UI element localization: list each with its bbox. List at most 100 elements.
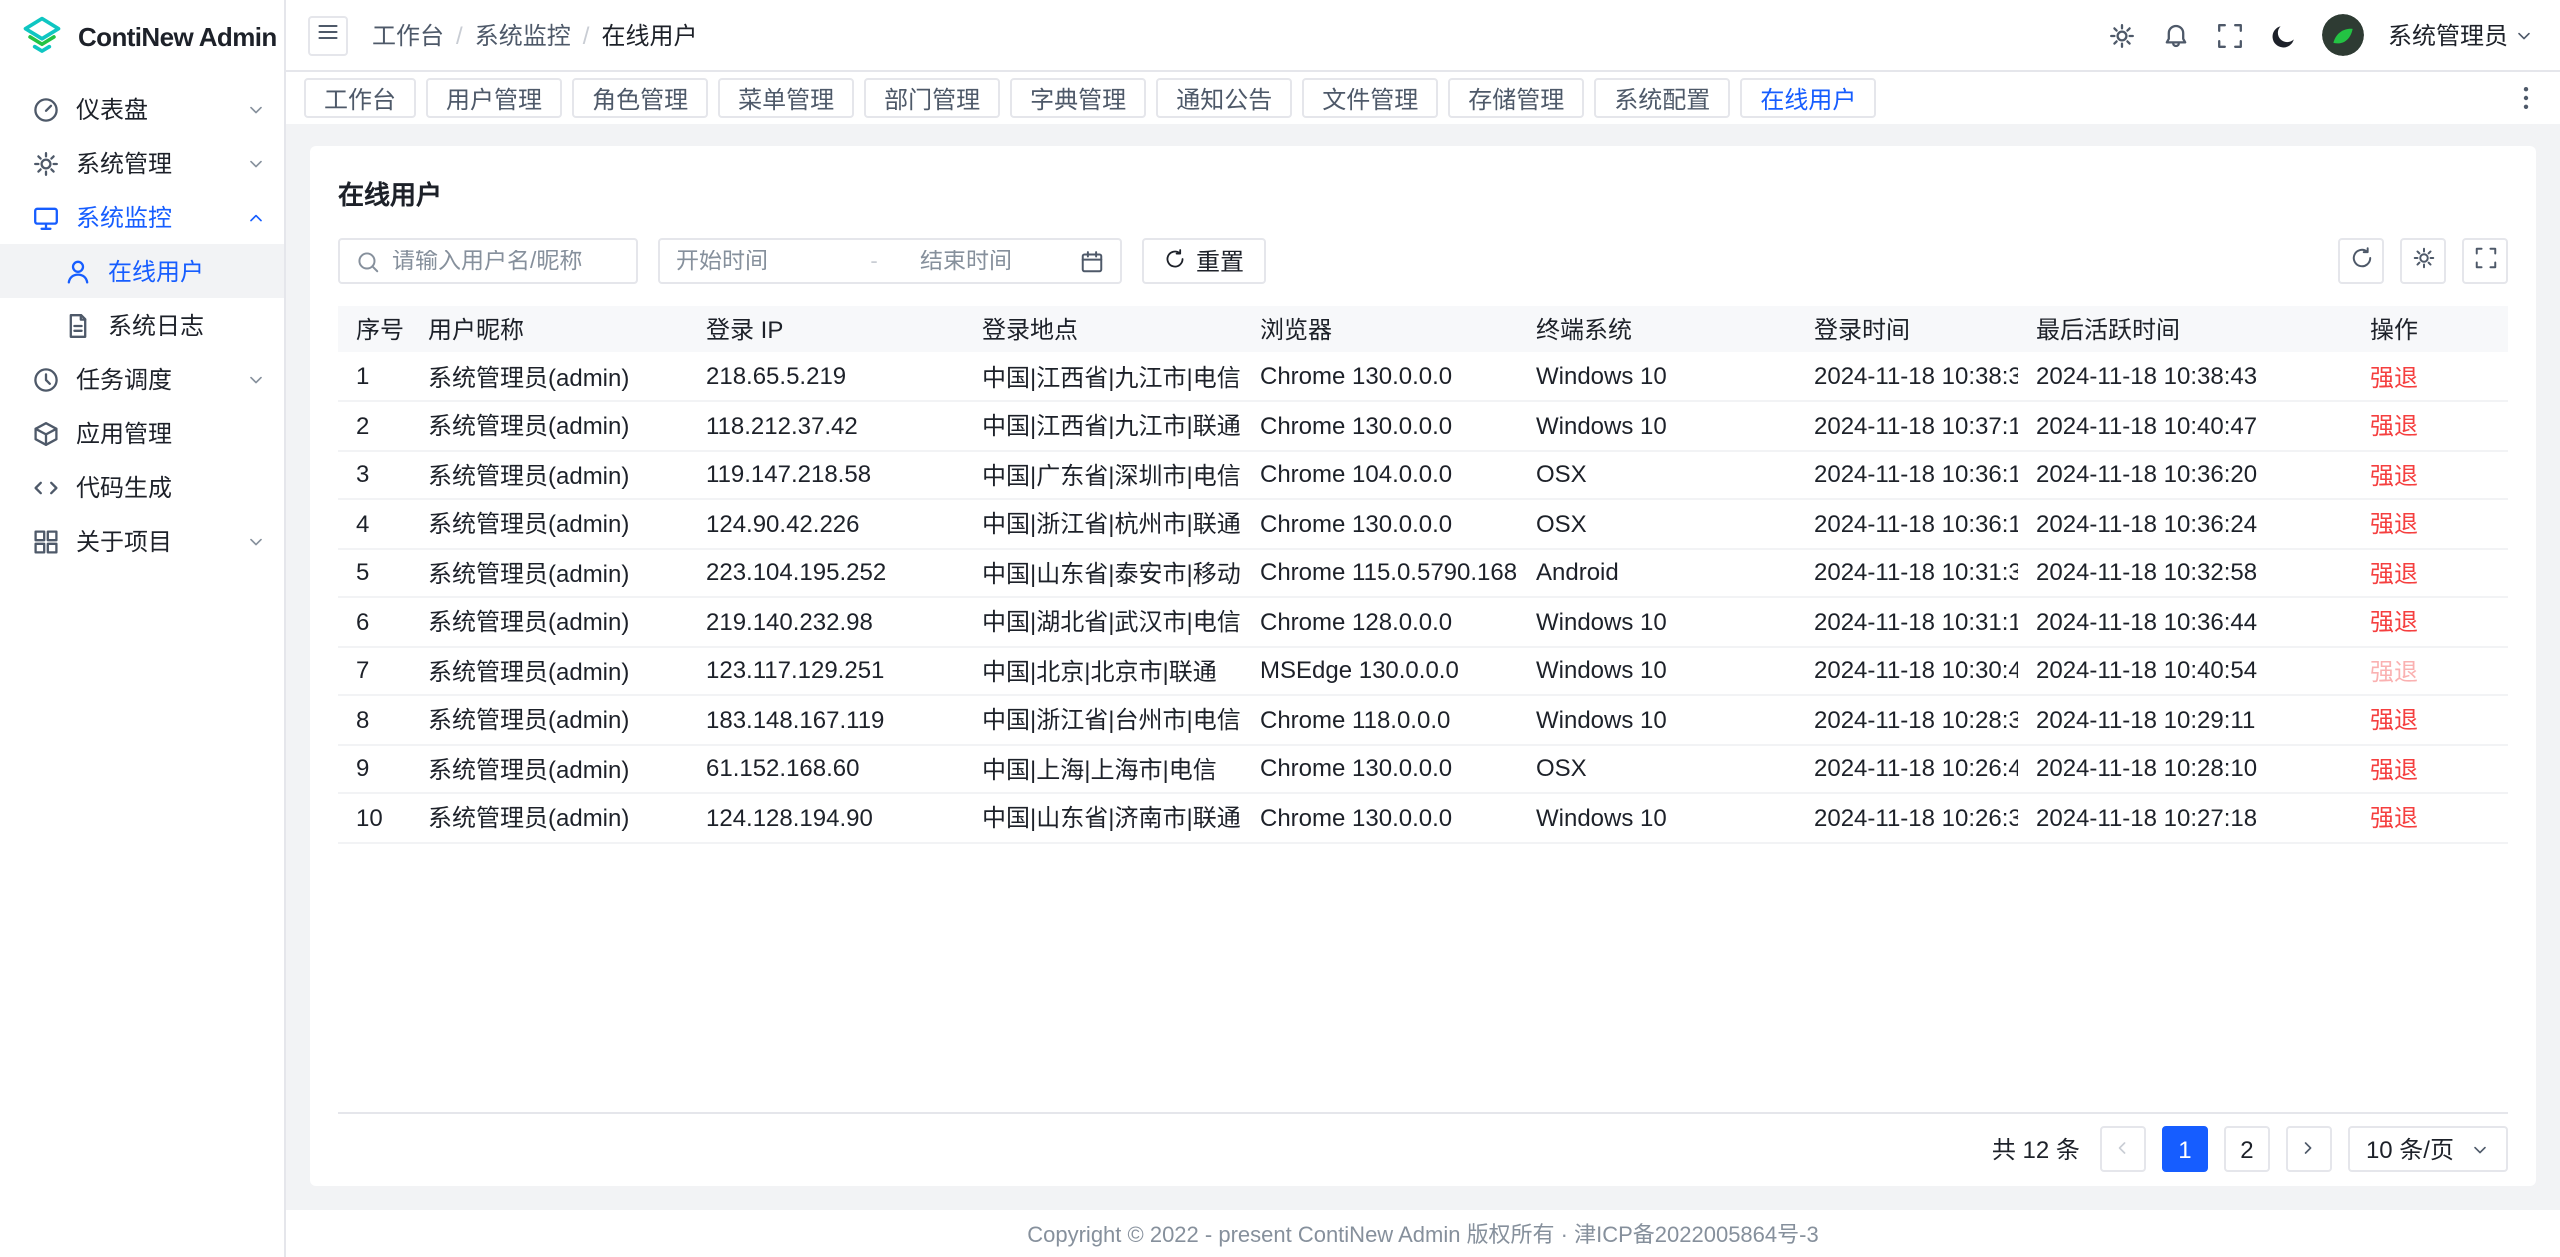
cell-browser: Chrome 104.0.0.0	[1242, 450, 1518, 499]
force-logout-link[interactable]: 强退	[2370, 805, 2418, 833]
tab-dept-mgmt[interactable]: 部门管理	[864, 78, 1000, 118]
bell-icon[interactable]	[2162, 21, 2190, 49]
tab-storage-mgmt[interactable]: 存储管理	[1448, 78, 1584, 118]
cell-no: 7	[338, 646, 410, 695]
breadcrumb-item[interactable]: 在线用户	[601, 18, 697, 52]
sidebar-item-about-project[interactable]: 关于项目	[0, 514, 284, 568]
cell-no: 9	[338, 744, 410, 793]
breadcrumb-item[interactable]: 工作台	[372, 18, 444, 52]
cell-no: 5	[338, 548, 410, 597]
chevron-down-icon	[246, 99, 266, 119]
breadcrumb-item[interactable]: 系统监控	[475, 18, 571, 52]
settings-button[interactable]	[2400, 238, 2446, 284]
tab-dict-mgmt[interactable]: 字典管理	[1010, 78, 1146, 118]
moon-icon[interactable]	[2270, 21, 2298, 49]
chevron-down-icon	[246, 153, 266, 173]
tab-workplace[interactable]: 工作台	[304, 78, 416, 118]
cell-browser: Chrome 118.0.0.0	[1242, 695, 1518, 744]
force-logout-link[interactable]: 强退	[2370, 707, 2418, 735]
tab-sys-config[interactable]: 系统配置	[1594, 78, 1730, 118]
table-row: 8系统管理员(admin)183.148.167.119中国|浙江省|台州市|电…	[338, 695, 2508, 744]
gear-icon	[32, 149, 60, 177]
settings-icon	[2411, 243, 2435, 279]
page-number-2[interactable]: 2	[2224, 1126, 2270, 1172]
cell-last_active: 2024-11-18 10:36:20	[2018, 450, 2352, 499]
sidebar-item-code-generation[interactable]: 代码生成	[0, 460, 284, 514]
tab-file-mgmt[interactable]: 文件管理	[1302, 78, 1438, 118]
tab-list: 工作台用户管理角色管理菜单管理部门管理字典管理通知公告文件管理存储管理系统配置在…	[304, 78, 1876, 118]
table-row: 4系统管理员(admin)124.90.42.226中国|浙江省|杭州市|联通C…	[338, 499, 2508, 548]
force-logout-link[interactable]: 强退	[2370, 609, 2418, 637]
page-size-select[interactable]: 10 条/页	[2348, 1126, 2508, 1172]
cell-action: 强退	[2352, 548, 2508, 597]
footer: Copyright © 2022 - present ContiNew Admi…	[286, 1209, 2560, 1257]
avatar[interactable]	[2322, 14, 2364, 56]
sidebar-item-label: 在线用户	[108, 254, 204, 288]
column-header: 登录 IP	[688, 306, 964, 352]
cell-location: 中国|北京|北京市|联通	[964, 646, 1242, 695]
user-menu[interactable]: 系统管理员	[2388, 18, 2534, 52]
force-logout-link[interactable]: 强退	[2370, 462, 2418, 490]
force-logout-link[interactable]: 强退	[2370, 511, 2418, 539]
topbar: 工作台/系统监控/在线用户 系统管理员	[286, 0, 2560, 72]
tab-user-mgmt[interactable]: 用户管理	[426, 78, 562, 118]
cell-last_active: 2024-11-18 10:32:58	[2018, 548, 2352, 597]
force-logout-link[interactable]: 强退	[2370, 560, 2418, 588]
cell-no: 8	[338, 695, 410, 744]
settings-icon[interactable]	[2108, 21, 2136, 49]
cell-no: 10	[338, 793, 410, 842]
cell-no: 6	[338, 597, 410, 646]
cell-login_time: 2024-11-18 10:38:39	[1796, 352, 2018, 401]
chevron-down-icon	[246, 369, 266, 389]
force-logout-link[interactable]: 强退	[2370, 756, 2418, 784]
tab-notice[interactable]: 通知公告	[1156, 78, 1292, 118]
reset-button[interactable]: 重置	[1142, 238, 1266, 284]
sidebar-item-app-management[interactable]: 应用管理	[0, 406, 284, 460]
next-page-button[interactable]	[2286, 1126, 2332, 1172]
tab-role-mgmt[interactable]: 角色管理	[572, 78, 708, 118]
prev-page-button[interactable]	[2100, 1126, 2146, 1172]
date-start-input[interactable]	[676, 249, 828, 273]
topbar-icons	[2108, 21, 2298, 49]
cell-browser: MSEdge 130.0.0.0	[1242, 646, 1518, 695]
more-vertical-icon[interactable]	[2512, 84, 2540, 112]
sidebar-item-task-schedule[interactable]: 任务调度	[0, 352, 284, 406]
table-row: 6系统管理员(admin)219.140.232.98中国|湖北省|武汉市|电信…	[338, 597, 2508, 646]
date-range-picker[interactable]: -	[658, 238, 1122, 284]
cell-ip: 118.212.37.42	[688, 401, 964, 450]
cell-no: 1	[338, 352, 410, 401]
tab-menu-mgmt[interactable]: 菜单管理	[718, 78, 854, 118]
cell-action: 强退	[2352, 793, 2508, 842]
refresh-button[interactable]	[2338, 238, 2384, 284]
clock-icon	[32, 365, 60, 393]
cell-os: Windows 10	[1518, 352, 1796, 401]
page-number-1[interactable]: 1	[2162, 1126, 2208, 1172]
menu-collapse-icon	[316, 20, 340, 50]
cell-no: 2	[338, 401, 410, 450]
sidebar-item-label: 系统日志	[108, 308, 204, 342]
table-row: 9系统管理员(admin)61.152.168.60中国|上海|上海市|电信Ch…	[338, 744, 2508, 793]
sidebar-subitem-system-log[interactable]: 系统日志	[0, 298, 284, 352]
sidebar-subitem-online-user[interactable]: 在线用户	[0, 244, 284, 298]
cell-location: 中国|山东省|济南市|联通	[964, 793, 1242, 842]
sidebar-item-system-management[interactable]: 系统管理	[0, 136, 284, 190]
app-logo[interactable]: ContiNew Admin	[0, 0, 284, 72]
cell-ip: 219.140.232.98	[688, 597, 964, 646]
date-end-input[interactable]	[920, 249, 1072, 273]
cell-ip: 124.128.194.90	[688, 793, 964, 842]
force-logout-link[interactable]: 强退	[2370, 658, 2418, 686]
sidebar-collapse-button[interactable]	[308, 15, 348, 55]
sidebar-item-system-monitor[interactable]: 系统监控	[0, 190, 284, 244]
tab-online-user[interactable]: 在线用户	[1740, 78, 1876, 118]
cell-login_time: 2024-11-18 10:31:19	[1796, 597, 2018, 646]
fullscreen-button[interactable]	[2462, 238, 2508, 284]
column-header: 登录地点	[964, 306, 1242, 352]
cell-os: Windows 10	[1518, 793, 1796, 842]
search-input[interactable]	[392, 249, 620, 273]
sidebar-item-label: 仪表盘	[76, 92, 148, 126]
breadcrumb-separator: /	[583, 21, 590, 49]
sidebar-item-dashboard[interactable]: 仪表盘	[0, 82, 284, 136]
force-logout-link[interactable]: 强退	[2370, 363, 2418, 391]
force-logout-link[interactable]: 强退	[2370, 413, 2418, 441]
fullscreen-icon[interactable]	[2216, 21, 2244, 49]
